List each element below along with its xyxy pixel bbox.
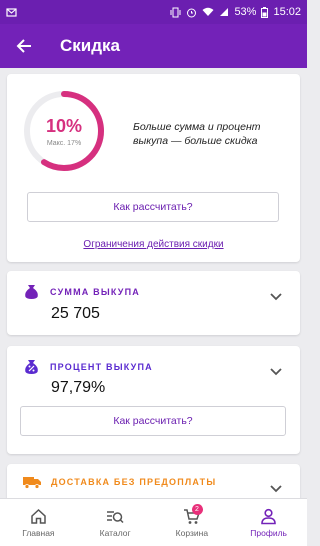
profile-icon [260,508,277,525]
delivery-label: ДОСТАВКА БЕЗ ПРЕДОПЛАТЫ [51,477,217,487]
bottom-navigation: Главная Каталог 2 Корзина Профиль [0,498,307,546]
home-icon [30,508,47,525]
purchase-percent-card[interactable]: ПРОЦЕНТ ВЫКУПА 97,79% Как рассчитать? [7,346,300,454]
purchase-sum-value: 25 705 [51,305,100,322]
chevron-down-icon[interactable] [270,363,282,381]
nav-profile[interactable]: Профиль [230,499,307,546]
nav-profile-label: Профиль [250,527,287,538]
alarm-icon [186,7,197,18]
app-bar: Скидка [0,24,307,68]
discount-info-text: Больше сумма и процент выкупа — больше с… [133,121,261,147]
discount-limits-link[interactable]: Ограничения действия скидки [7,239,300,250]
back-button[interactable] [0,24,48,68]
clock-time: 15:02 [273,6,301,18]
signal-icon [219,7,229,17]
money-bag-icon [23,283,40,300]
notification-icon [6,7,17,18]
discount-card: 10% Макс. 17% Больше сумма и процент вык… [7,74,300,262]
purchase-percent-value: 97,79% [51,379,106,396]
battery-icon [261,6,269,18]
page-title: Скидка [60,36,120,55]
chevron-down-icon[interactable] [270,480,282,498]
battery-percent: 53% [234,6,257,18]
cart-badge: 2 [191,504,203,515]
back-arrow-icon [16,38,32,54]
discount-percent: 10% [45,116,83,136]
nav-catalog[interactable]: Каталог [77,499,154,546]
how-calculate-button[interactable]: Как рассчитать? [27,192,279,222]
main-content[interactable]: 10% Макс. 17% Больше сумма и процент вык… [0,68,307,498]
how-calculate-percent-button[interactable]: Как рассчитать? [20,406,286,436]
nav-home[interactable]: Главная [0,499,77,546]
catalog-search-icon [106,508,124,525]
purchase-sum-card[interactable]: СУММА ВЫКУПА 25 705 [7,271,300,335]
wifi-icon [202,7,214,17]
purchase-sum-label: СУММА ВЫКУПА [50,286,140,297]
vibrate-icon [170,7,181,18]
nav-catalog-label: Каталог [99,527,131,538]
nav-cart[interactable]: 2 Корзина [154,499,231,546]
chevron-down-icon[interactable] [270,288,282,306]
purchase-percent-label: ПРОЦЕНТ ВЫКУПА [50,361,153,372]
status-bar: 53% 15:02 [0,0,307,24]
discount-ring: 10% Макс. 17% [21,88,107,174]
discount-max: Макс. 17% [46,140,82,147]
nav-cart-label: Корзина [175,527,209,538]
percent-bag-icon [23,358,40,375]
delivery-card[interactable]: ДОСТАВКА БЕЗ ПРЕДОПЛАТЫ [7,464,300,498]
nav-home-label: Главная [22,527,55,538]
truck-icon [23,475,41,489]
